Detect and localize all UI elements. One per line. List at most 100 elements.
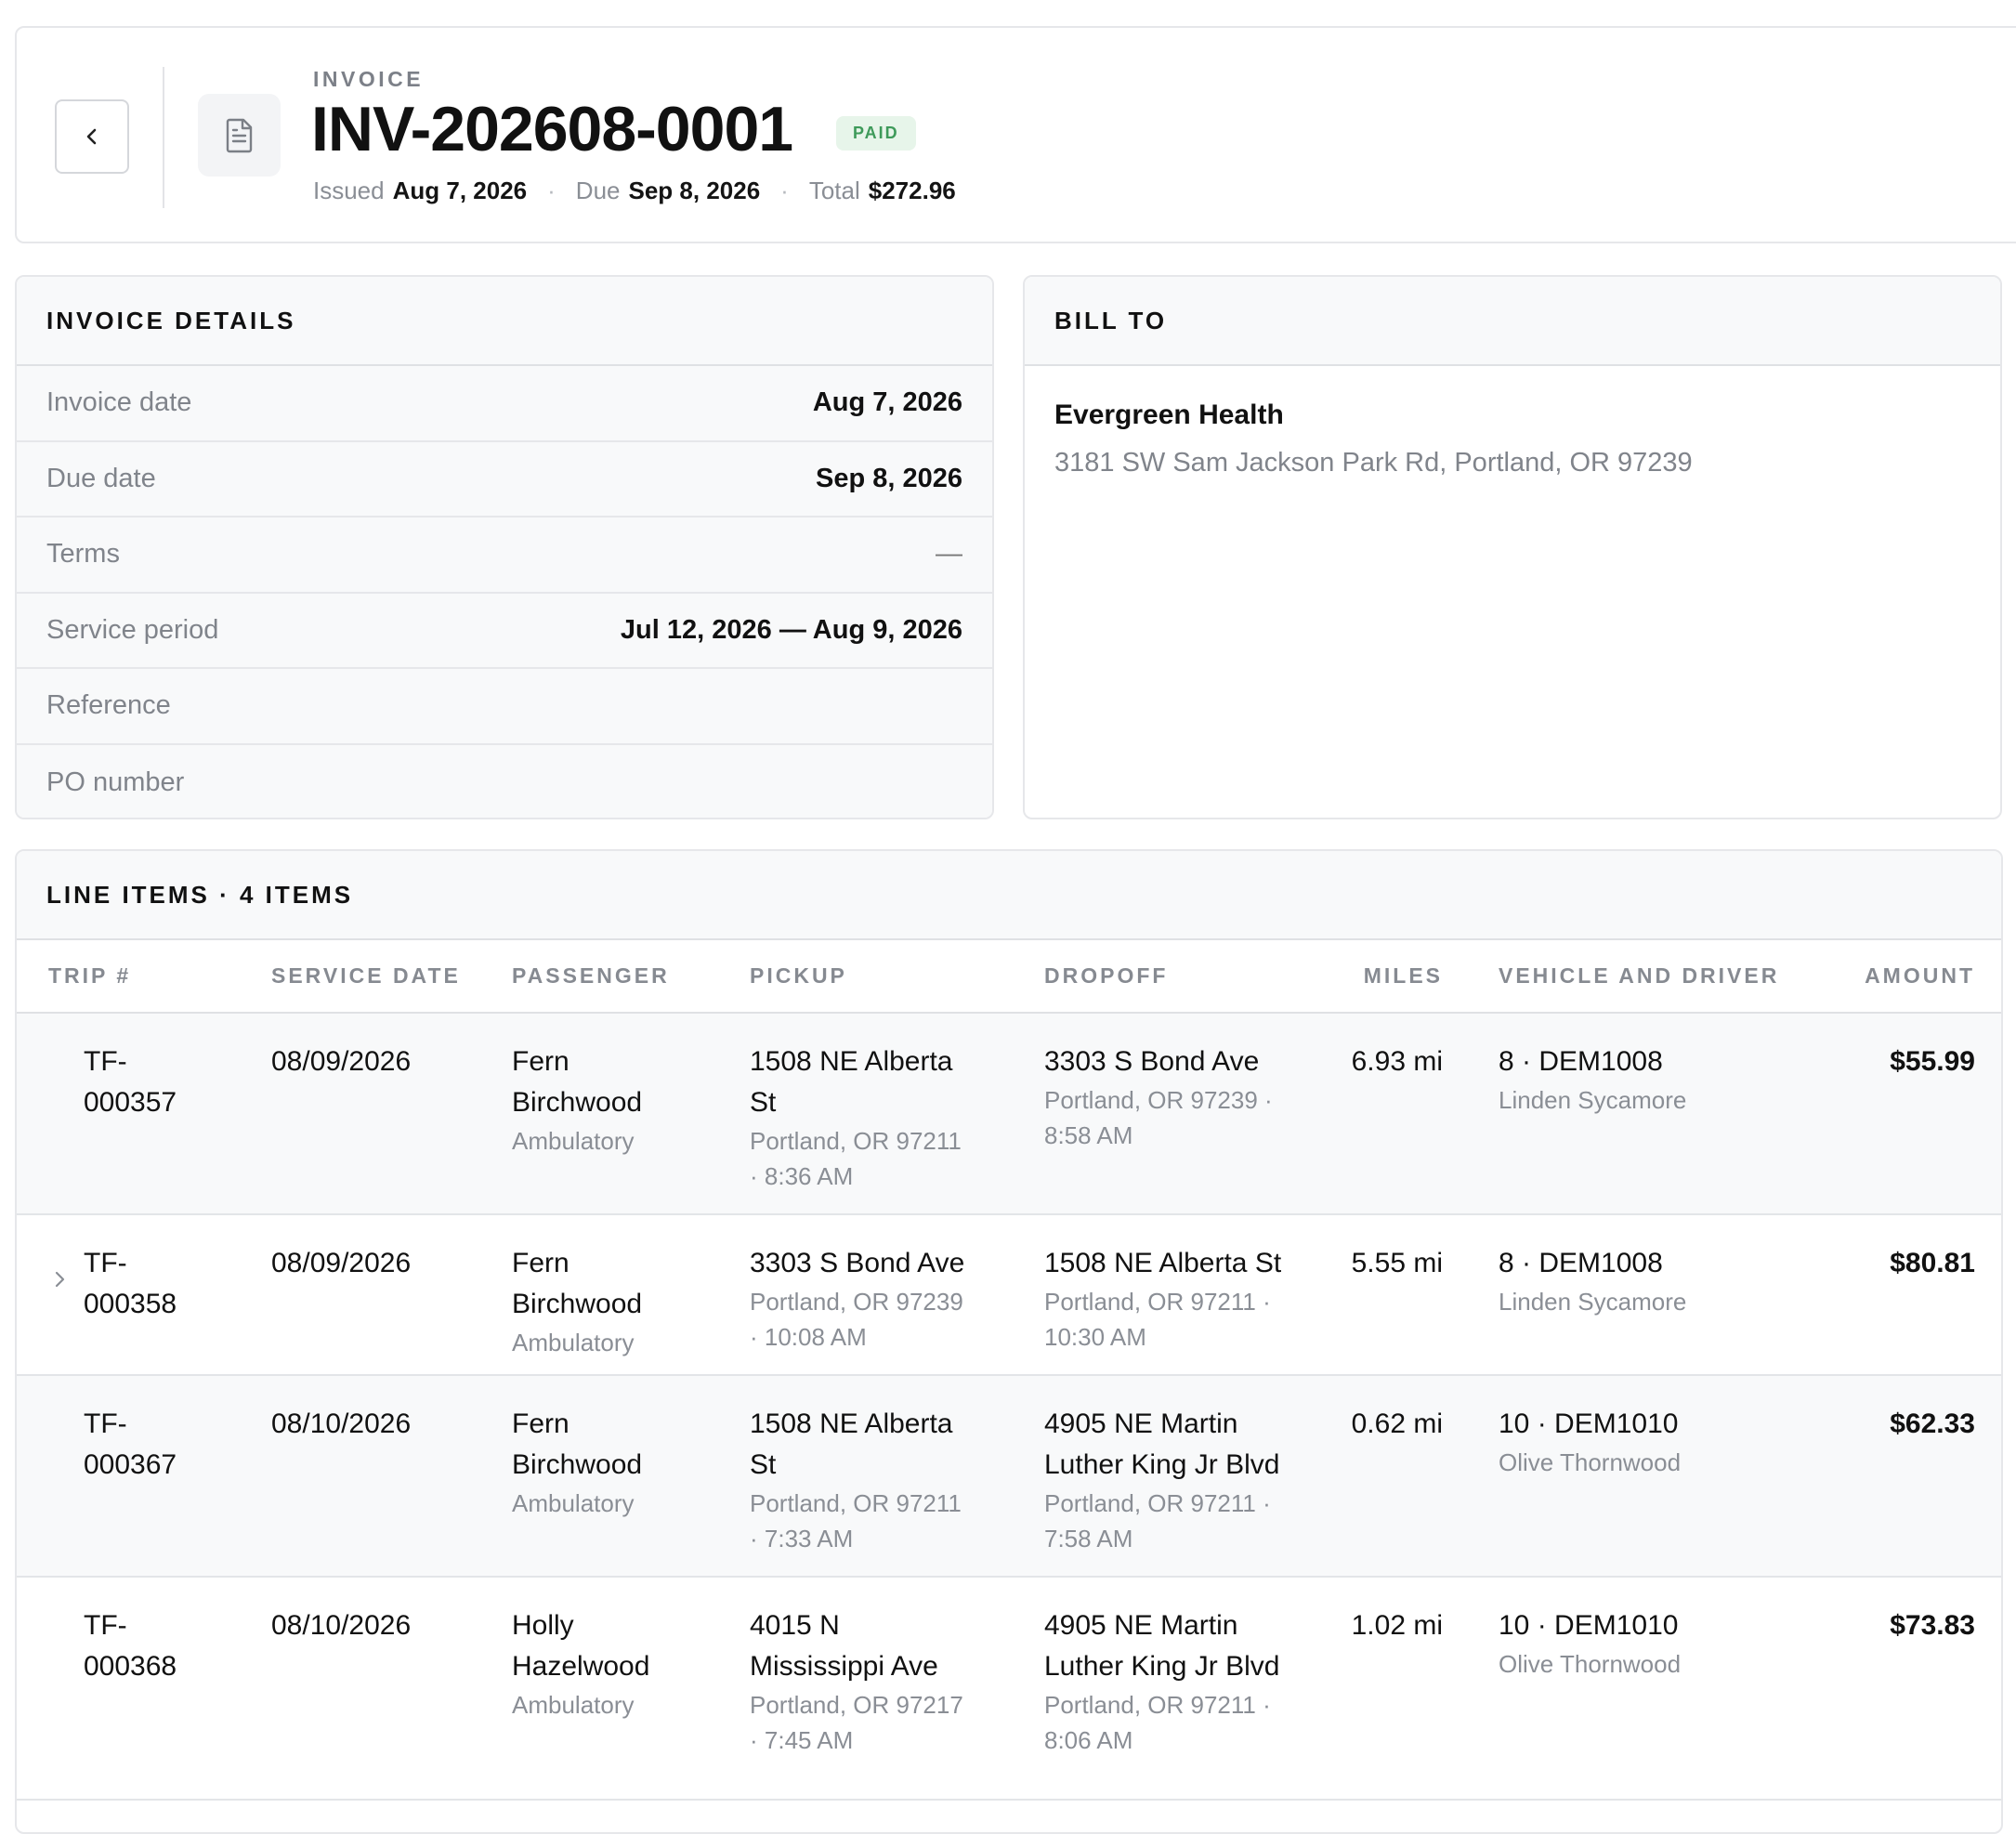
pickup-time: · 10:08 AM (750, 1323, 867, 1351)
passenger-cell: Fern Birchwood Ambulatory (512, 1013, 750, 1215)
table-row[interactable]: TF- 000367 08/10/2026 Fern Birchwood Amb… (17, 1375, 2001, 1578)
bill-to-panel: BILL TO Evergreen Health 3181 SW Sam Jac… (1023, 275, 2002, 819)
dropoff-street-cont: Luther King Jr Blvd (1044, 1449, 1280, 1480)
passenger-type: Ambulatory (512, 1127, 635, 1155)
passenger-first: Fern (512, 1046, 569, 1077)
chevron-left-icon (86, 128, 97, 145)
pickup-street: 3303 S Bond Ave (750, 1248, 965, 1278)
col-miles[interactable]: MILES (1320, 940, 1443, 1014)
meta-separator: · (780, 177, 789, 204)
pickup-cell: 4015 N Mississippi Ave Portland, OR 9721… (750, 1577, 1044, 1801)
issued-label: Issued (313, 177, 385, 204)
detail-value: Aug 7, 2026 (812, 387, 962, 418)
dropoff-cell: 1508 NE Alberta St Portland, OR 97211 · … (1044, 1214, 1320, 1376)
page-title: INV-202608-0001 (311, 94, 793, 164)
total-label: Total (808, 177, 860, 204)
passenger-last: Hazelwood (512, 1651, 650, 1682)
detail-row-po-number: PO number (17, 744, 992, 818)
chevron-right-icon[interactable] (52, 1269, 69, 1290)
passenger-type: Ambulatory (512, 1489, 635, 1517)
detail-row-reference: Reference (17, 669, 992, 745)
dropoff-street: 1508 NE Alberta St (1044, 1248, 1282, 1278)
invoice-details-title: INVOICE DETAILS (17, 277, 992, 366)
trip-number-prefix: TF- (84, 1046, 127, 1077)
amount-cell: $80.81 (1773, 1214, 2001, 1376)
invoice-meta: Issued Aug 7, 2026 · Due Sep 8, 2026 · T… (313, 177, 956, 205)
vehicle: 10 · DEM1010 (1499, 1408, 1679, 1439)
col-trip[interactable]: TRIP # (17, 940, 271, 1014)
driver: Linden Sycamore (1499, 1086, 1687, 1114)
col-vehicle-driver[interactable]: VEHICLE AND DRIVER (1443, 940, 1776, 1014)
passenger-cell: Fern Birchwood Ambulatory (512, 1375, 750, 1578)
detail-value: — (936, 539, 962, 570)
col-dropoff[interactable]: DROPOFF (1044, 940, 1320, 1014)
pickup-city: Portland, OR 97211 (750, 1489, 962, 1517)
table-row[interactable]: TF- 000358 08/09/2026 Fern Birchwood Amb… (17, 1214, 2001, 1376)
miles-cell: 0.62 mi (1320, 1375, 1443, 1578)
trip-number: 000368 (84, 1651, 177, 1682)
dropoff-cell: 3303 S Bond Ave Portland, OR 97239 · 8:5… (1044, 1013, 1320, 1215)
table-row[interactable]: TF- 000357 08/09/2026 Fern Birchwood Amb… (17, 1013, 2001, 1215)
trip-number-prefix: TF- (84, 1248, 127, 1278)
col-amount[interactable]: AMOUNT (1773, 940, 2001, 1014)
dropoff-street: 4905 NE Martin (1044, 1408, 1238, 1439)
pickup-cell: 1508 NE Alberta St Portland, OR 97211 · … (750, 1013, 1044, 1215)
miles-cell: 1.02 mi (1320, 1577, 1443, 1801)
amount-cell: $62.33 (1773, 1375, 2001, 1578)
vehicle: 8 · DEM1008 (1499, 1046, 1663, 1077)
line-items-title: LINE ITEMS · 4 ITEMS (17, 851, 2001, 940)
due-value: Sep 8, 2026 (628, 177, 761, 204)
bill-to-body: Evergreen Health 3181 SW Sam Jackson Par… (1025, 366, 2000, 512)
trip-number: 000357 (84, 1087, 177, 1118)
detail-value: Jul 12, 2026 — Aug 9, 2026 (620, 614, 962, 645)
bill-to-name: Evergreen Health (1054, 400, 1284, 430)
col-service-date[interactable]: SERVICE DATE (271, 940, 512, 1014)
detail-row-due-date: Due date Sep 8, 2026 (17, 441, 992, 517)
table-row[interactable]: TF- 000368 08/10/2026 Holly Hazelwood Am… (17, 1577, 2001, 1801)
trip-number: 000367 (84, 1449, 177, 1480)
vehicle-driver-cell: 10 · DEM1010 Olive Thornwood (1443, 1577, 1773, 1801)
dropoff-street-cont: Luther King Jr Blvd (1044, 1651, 1280, 1682)
pickup-cell: 1508 NE Alberta St Portland, OR 97211 · … (750, 1375, 1044, 1578)
service-date-cell: 08/09/2026 (271, 1214, 512, 1376)
detail-label: Service period (46, 614, 219, 645)
miles-cell: 5.55 mi (1320, 1214, 1443, 1376)
dropoff-street: 4905 NE Martin (1044, 1610, 1238, 1641)
detail-value: Sep 8, 2026 (816, 463, 962, 493)
pickup-time: · 7:45 AM (750, 1726, 854, 1754)
miles-cell: 6.93 mi (1320, 1013, 1443, 1215)
dropoff-city: Portland, OR 97211 · (1044, 1288, 1271, 1316)
pickup-street-cont: St (750, 1449, 777, 1480)
line-items-panel: LINE ITEMS · 4 ITEMS TRIP # SERVICE DATE… (15, 849, 2003, 1834)
dropoff-time: 7:58 AM (1044, 1525, 1133, 1552)
col-pickup[interactable]: PICKUP (750, 940, 1044, 1014)
driver: Olive Thornwood (1499, 1448, 1682, 1476)
bill-to-address: 3181 SW Sam Jackson Park Rd, Portland, O… (1054, 448, 1693, 478)
amount-cell: $55.99 (1773, 1013, 2001, 1215)
vehicle: 8 · DEM1008 (1499, 1248, 1663, 1278)
trip-number-prefix: TF- (84, 1610, 127, 1641)
page-eyebrow: INVOICE (313, 67, 425, 91)
passenger-cell: Fern Birchwood Ambulatory (512, 1214, 750, 1376)
pickup-street: 1508 NE Alberta (750, 1046, 953, 1077)
pickup-city: Portland, OR 97211 (750, 1127, 962, 1155)
detail-row-invoice-date: Invoice date Aug 7, 2026 (17, 366, 992, 442)
dropoff-street: 3303 S Bond Ave (1044, 1046, 1260, 1077)
bill-to-title: BILL TO (1025, 277, 2000, 366)
passenger-first: Fern (512, 1408, 569, 1439)
col-passenger[interactable]: PASSENGER (512, 940, 750, 1014)
vehicle-driver-cell: 8 · DEM1008 Linden Sycamore (1443, 1214, 1773, 1376)
header-divider (163, 67, 164, 208)
detail-label: Terms (46, 539, 120, 570)
vehicle-driver-cell: 8 · DEM1008 Linden Sycamore (1443, 1013, 1773, 1215)
detail-label: Due date (46, 463, 156, 493)
pickup-street: 4015 N (750, 1610, 840, 1641)
pickup-street-cont: Mississippi Ave (750, 1651, 938, 1682)
detail-label: Invoice date (46, 387, 192, 418)
dropoff-time: 8:06 AM (1044, 1726, 1133, 1754)
driver: Olive Thornwood (1499, 1650, 1682, 1678)
service-date-cell: 08/10/2026 (271, 1375, 512, 1578)
passenger-first: Holly (512, 1610, 574, 1641)
service-date-cell: 08/09/2026 (271, 1013, 512, 1215)
back-button[interactable] (55, 99, 129, 174)
